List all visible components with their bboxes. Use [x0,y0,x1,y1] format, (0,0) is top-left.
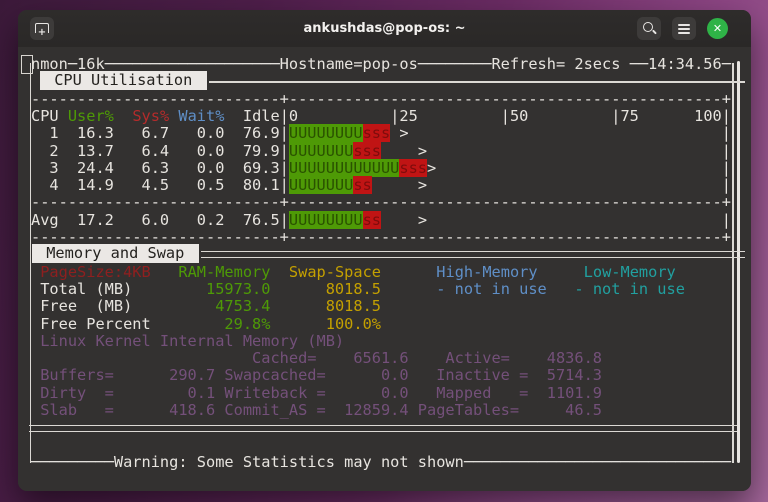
kernel-cached-row: Cached= 6561.6 Active= 4836.8 [31,349,602,368]
cpu4-row-segment: UUUUUUU [288,176,354,195]
mem-total-row-segment: - not in use [574,279,685,298]
cpu-table-header-segment [169,107,178,125]
cpu-avg-row-segment: Avg 17.2 6.0 0.2 76.5| [31,210,289,229]
cpu3-row-segment: UUUUUUUUUUUU [288,158,400,177]
cpu-section-header: CPU Utilisation [31,71,745,91]
cpu4-row-segment: 4 14.9 4.5 0.5 80.1| [31,176,289,195]
cpu3-row-segment: sss [399,158,428,177]
cpu-avg-row: Avg 17.2 6.0 0.2 76.5|UUUUUUUUss > | [31,210,731,229]
mem-free-percent-row-segment [270,315,325,333]
mem-total-row-segment: Total (MB) [31,279,206,298]
cpu-avg-row-segment: UUUUUUUU [288,210,363,229]
cpu1-row: 1 16.3 6.7 0.0 76.9|UUUUUUUUsss > | [31,124,731,143]
dashed-separator-mid1-segment: ---------------------------+------------… [31,193,731,212]
cpu2-row-segment: 2 13.7 6.4 0.0 79.9| [31,141,289,160]
cpu2-row-segment: sss [353,141,381,160]
cpu3-row: 3 24.4 6.3 0.0 69.3|UUUUUUUUUUUUsss> | [31,158,731,177]
nmon-bottom-border-segment: ─────────Warning: Some Statistics may no… [31,452,731,471]
mem-column-header: PageSize:4KB RAM-Memory Swap-Space High-… [31,262,676,281]
cpu3-row-segment: > | [427,158,731,177]
mem-bottom-rule [29,425,737,433]
nmon-top-border-segment: nmon─16k───────────────────Hostname=pop-… [31,55,731,73]
mem-column-header-segment [270,263,288,281]
mem-column-header-segment [151,263,179,281]
mem-free-percent-row: Free Percent 29.8% 100.0% [31,314,381,333]
cpu4-row-segment: ss [353,176,372,195]
kernel-mem-title-segment: Linux Kernel Internal Memory (MB) [31,331,345,350]
mem-free-percent-row-segment: 100.0% [325,314,381,333]
cpu1-row-segment: > | [390,124,731,143]
terminal-screen[interactable]: nmon─16k───────────────────Hostname=pop-… [18,47,751,491]
kernel-mem-title: Linux Kernel Internal Memory (MB) [31,331,345,350]
cpu-table-header-segment: Sys% [132,106,170,125]
dashed-separator-top: ---------------------------+------------… [31,89,731,108]
kernel-dirty-row-segment: Dirty = 0.1 Writeback = 0.0 Mapped = 110… [31,383,602,402]
mem-total-row-segment [381,280,436,298]
mem-total-row-segment [547,280,575,298]
mem-column-header-segment: High-Memory [436,262,538,281]
cpu4-row-segment: > | [371,176,731,195]
mem-column-header-segment: Low-Memory [583,262,676,281]
mem-column-header-segment [538,263,584,281]
mem-free-percent-row-segment: 29.8% [224,314,271,333]
hamburger-icon [678,32,690,34]
search-button[interactable] [637,17,661,40]
cpu1-row-segment: 1 16.3 6.7 0.0 76.9| [31,124,289,143]
close-button[interactable]: ✕ [707,18,728,39]
mem-free-row-segment: Free (MB) [31,297,216,316]
cpu1-row-segment: UUUUUUUU [288,124,363,143]
cpu4-row: 4 14.9 4.5 0.5 80.1|UUUUUUUss > | [31,176,731,195]
mem-free-row-segment [270,297,325,315]
mem-free-row-segment: 8018.5 [325,297,381,316]
cpu-section-header-label: CPU Utilisation [40,71,207,91]
kernel-dirty-row: Dirty = 0.1 Writeback = 0.0 Mapped = 110… [31,383,602,402]
cpu2-row-segment: UUUUUUU [288,141,354,160]
hamburger-icon [678,28,690,30]
search-icon-handle [652,29,657,35]
mem-section-header-rule [200,251,745,259]
kernel-buffers-row-segment: Buffers= 290.7 Swapcached= 0.0 Inactive … [31,366,602,385]
cpu-table-header: CPU User% Sys% Wait% Idle|0 |25 |50 |75 … [31,106,731,125]
mem-section-header-label: Memory and Swap [32,244,199,264]
cpu-avg-row-segment: > | [380,210,731,229]
cpu-section-header-rule [208,80,745,83]
mem-free-row: Free (MB) 4753.4 8018.5 [31,297,381,316]
mem-free-percent-row-segment: Free Percent [31,314,225,333]
cpu-table-header-segment: User% [67,106,114,125]
mem-total-row: Total (MB) 15973.0 8018.5 - not in use -… [31,279,685,298]
kernel-slab-row-segment: Slab = 418.6 Commit_AS = 12859.4 PageTab… [31,401,602,419]
mem-total-row-segment: 8018.5 [325,279,381,298]
terminal-window: + ankushdas@pop-os: ~ ✕ nmon─16k────────… [18,10,751,491]
cpu2-row-segment: > | [380,141,731,160]
mem-section-header: Memory and Swap [31,244,745,264]
cpu-table-header-segment: CPU [31,106,68,125]
kernel-cached-row-segment: Cached= 6561.6 Active= 4836.8 [31,349,602,368]
mem-total-row-segment [270,280,325,298]
kernel-buffers-row: Buffers= 290.7 Swapcached= 0.0 Inactive … [31,367,602,384]
mem-column-header-segment: RAM-Memory [178,262,271,281]
dashed-separator-top-segment: ---------------------------+------------… [31,89,731,108]
mem-column-header-segment: Swap-Space [288,262,382,281]
mem-total-row-segment: 15973.0 [205,279,271,298]
mem-total-row-segment: - not in use [436,279,547,298]
cpu1-row-segment: sss [362,124,391,143]
mem-column-header-segment: PageSize:4KB [31,262,151,281]
cpu3-row-segment: 3 24.4 6.3 0.0 69.3| [31,158,289,177]
nmon-bottom-border: ─────────Warning: Some Statistics may no… [31,452,731,471]
hamburger-icon [678,24,690,26]
cpu-table-header-segment: Wait% [178,106,225,125]
mem-column-header-segment [381,263,436,281]
titlebar: + ankushdas@pop-os: ~ ✕ [18,10,751,48]
cpu-table-header-segment [114,107,132,125]
dashed-separator-mid2-segment: ---------------------------+------------… [31,228,731,246]
cpu-avg-row-segment: ss [362,210,381,229]
cpu2-row: 2 13.7 6.4 0.0 79.9|UUUUUUUsss > | [31,141,731,160]
mem-free-row-segment: 4753.4 [215,297,271,316]
menu-button[interactable] [672,17,696,40]
dashed-separator-mid1: ---------------------------+------------… [31,194,731,211]
kernel-slab-row: Slab = 418.6 Commit_AS = 12859.4 PageTab… [31,401,602,419]
cpu-table-header-segment: Idle|0 |25 |50 |75 100| [224,106,731,125]
